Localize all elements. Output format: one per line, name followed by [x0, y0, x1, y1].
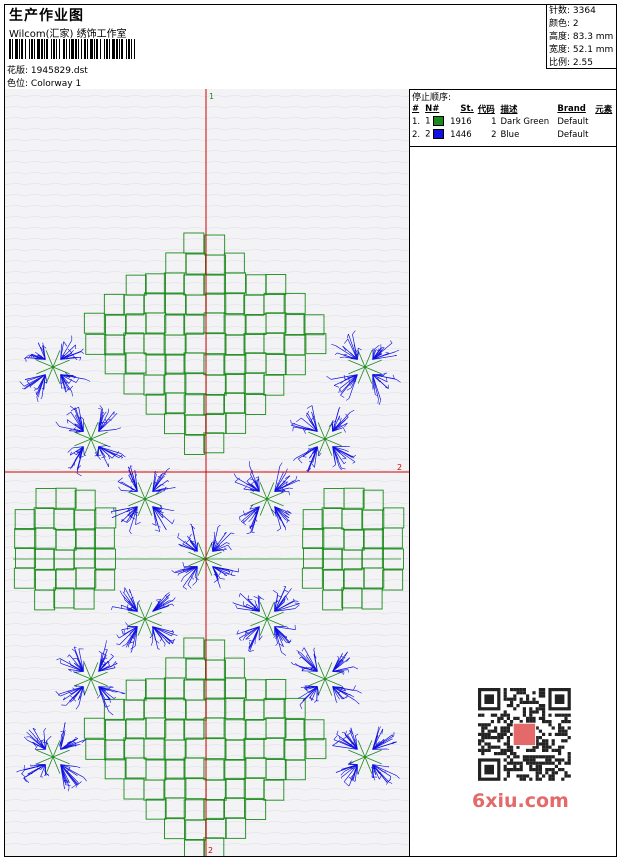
- stat-scale: 比例: 2.55: [549, 58, 593, 68]
- qr-code: [466, 682, 580, 786]
- row-stitches: 1446: [450, 129, 472, 140]
- page-title: 生产作业图: [9, 8, 84, 24]
- stat-stitches: 针数: 3364: [549, 6, 596, 16]
- colorway-value: Colorway 1: [30, 79, 82, 89]
- row-code: 1: [491, 116, 497, 127]
- row-n: 1: [423, 115, 448, 128]
- col-brand: Brand: [557, 103, 586, 114]
- row-code: 2: [491, 129, 497, 140]
- row-brand: Default: [557, 116, 589, 127]
- row-num: 2.: [412, 129, 421, 140]
- stat-colors: 颜色: 2: [549, 19, 579, 29]
- axis-bottom-label: 2: [208, 846, 213, 855]
- axis-top-label: 1: [209, 92, 214, 101]
- stop-sequence-table: # N# St. 代码 描述 Brand 元素 1. 1 1916 1 Dark…: [410, 102, 616, 141]
- color-swatch: [433, 116, 445, 127]
- col-element: 元素: [595, 104, 613, 115]
- pattern-value: 1945829.dst: [30, 66, 88, 76]
- row-element: [593, 128, 616, 141]
- row-desc: Dark Green: [500, 116, 550, 127]
- divider: [410, 146, 616, 147]
- col-n: N#: [425, 103, 440, 114]
- row-desc: Blue: [500, 129, 520, 140]
- canvas-texture: [5, 95, 409, 846]
- row-element: [593, 115, 616, 128]
- table-row: 2. 2 1446 2 Blue Default: [410, 128, 616, 141]
- stop-table-header: # N# St. 代码 描述 Brand 元素: [410, 102, 616, 115]
- company-name: Wilcom(汇家) 绣饰工作室: [9, 29, 127, 40]
- barcode: [9, 39, 135, 59]
- axis-right-label: 2: [397, 463, 402, 472]
- row-stitches: 1916: [450, 116, 472, 127]
- watermark: 6xiu.com: [472, 790, 569, 812]
- col-desc: 描述: [500, 104, 518, 115]
- pattern-label: 花版:: [7, 66, 29, 76]
- design-canvas: 1 2 2: [5, 89, 410, 856]
- colorway-line: 色位: Colorway 1: [7, 76, 81, 89]
- col-stitches: St.: [460, 103, 474, 114]
- embroidery-drawing: 1 2 2: [5, 89, 409, 856]
- header: 生产作业图 Wilcom(汇家) 绣饰工作室 花版: 1945829.dst 色…: [5, 5, 616, 90]
- row-brand: Default: [557, 129, 589, 140]
- row-num: 1.: [412, 116, 421, 127]
- stat-width: 宽度: 52.1 mm: [549, 45, 614, 55]
- pattern-line: 花版: 1945829.dst: [7, 63, 88, 76]
- row-n: 2: [423, 128, 448, 141]
- row-n-value: 2: [425, 129, 431, 140]
- col-num: #: [412, 103, 420, 114]
- stat-height: 高度: 83.3 mm: [549, 32, 614, 42]
- row-n-value: 1: [425, 116, 431, 127]
- color-swatch: [433, 129, 445, 140]
- stats-panel: 针数: 3364 颜色: 2 高度: 83.3 mm 宽度: 52.1 mm 比…: [546, 5, 616, 69]
- colorway-label: 色位:: [7, 79, 29, 89]
- table-row: 1. 1 1916 1 Dark Green Default: [410, 115, 616, 128]
- col-code: 代码: [477, 104, 495, 115]
